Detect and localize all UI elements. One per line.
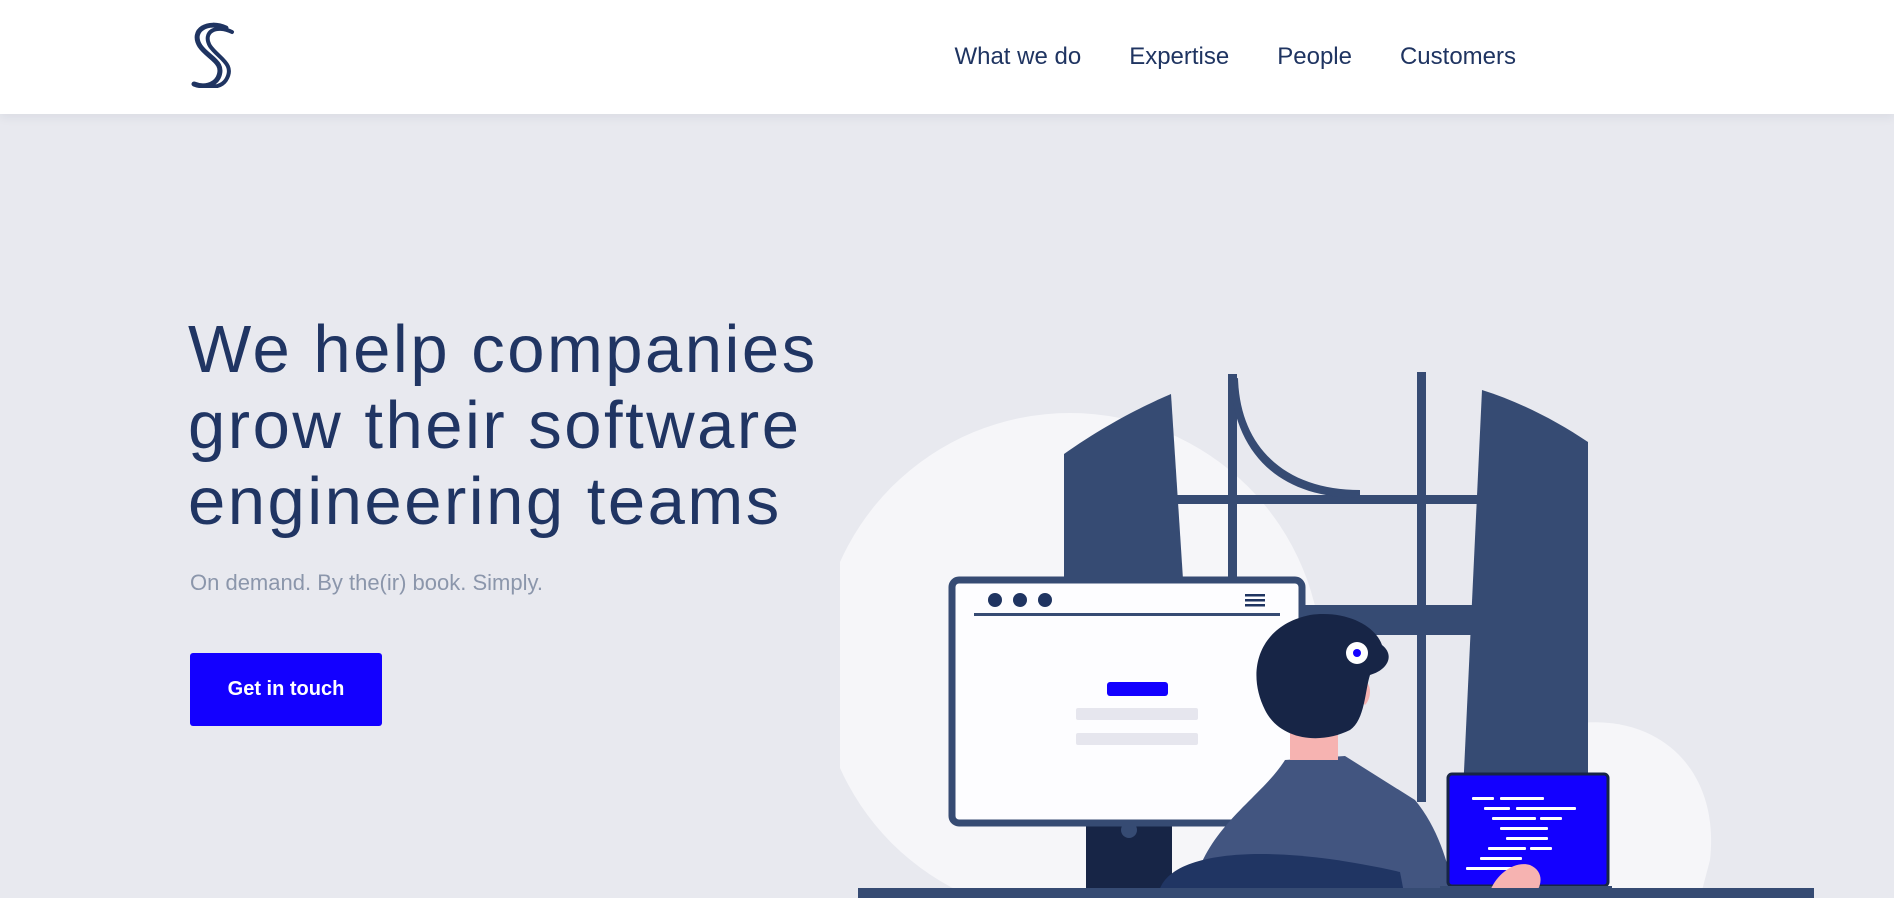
hero-title-line: engineering teams xyxy=(188,464,782,539)
curtain-curve xyxy=(1230,378,1360,498)
person-hair xyxy=(1256,614,1389,739)
monitor-line-mock xyxy=(1076,733,1198,745)
site-header: What we do Expertise People Customers xyxy=(0,0,1894,114)
woman-at-computer-illustration xyxy=(840,372,1814,898)
monitor xyxy=(948,576,1306,827)
desk xyxy=(858,888,1814,898)
monitor-divider xyxy=(974,613,1280,616)
nav-what-we-do[interactable]: What we do xyxy=(954,43,1081,71)
get-in-touch-button[interactable]: Get in touch xyxy=(190,653,382,726)
monitor-dot-icon xyxy=(988,593,1002,607)
s-logo-icon[interactable] xyxy=(186,22,238,88)
monitor-dot-icon xyxy=(1013,593,1027,607)
monitor-dot-icon xyxy=(1038,593,1052,607)
nav-customers[interactable]: Customers xyxy=(1400,43,1516,71)
nav-expertise[interactable]: Expertise xyxy=(1129,43,1229,71)
hero-tagline: On demand. By the(ir) book. Simply. xyxy=(190,570,543,595)
hero-title-line: grow their software xyxy=(188,388,802,463)
window-transom xyxy=(1170,495,1490,504)
main-nav: What we do Expertise People Customers xyxy=(954,43,1516,71)
flower-icon xyxy=(1346,642,1368,664)
monitor-line-mock xyxy=(1076,708,1198,720)
hero-title-line: We help companies xyxy=(188,312,818,387)
monitor-button-mock xyxy=(1107,682,1168,696)
hero-title: We help companies grow their software en… xyxy=(188,312,888,540)
window-mullion-right xyxy=(1417,372,1426,802)
nav-people[interactable]: People xyxy=(1277,43,1352,71)
hamburger-icon xyxy=(1245,594,1265,607)
